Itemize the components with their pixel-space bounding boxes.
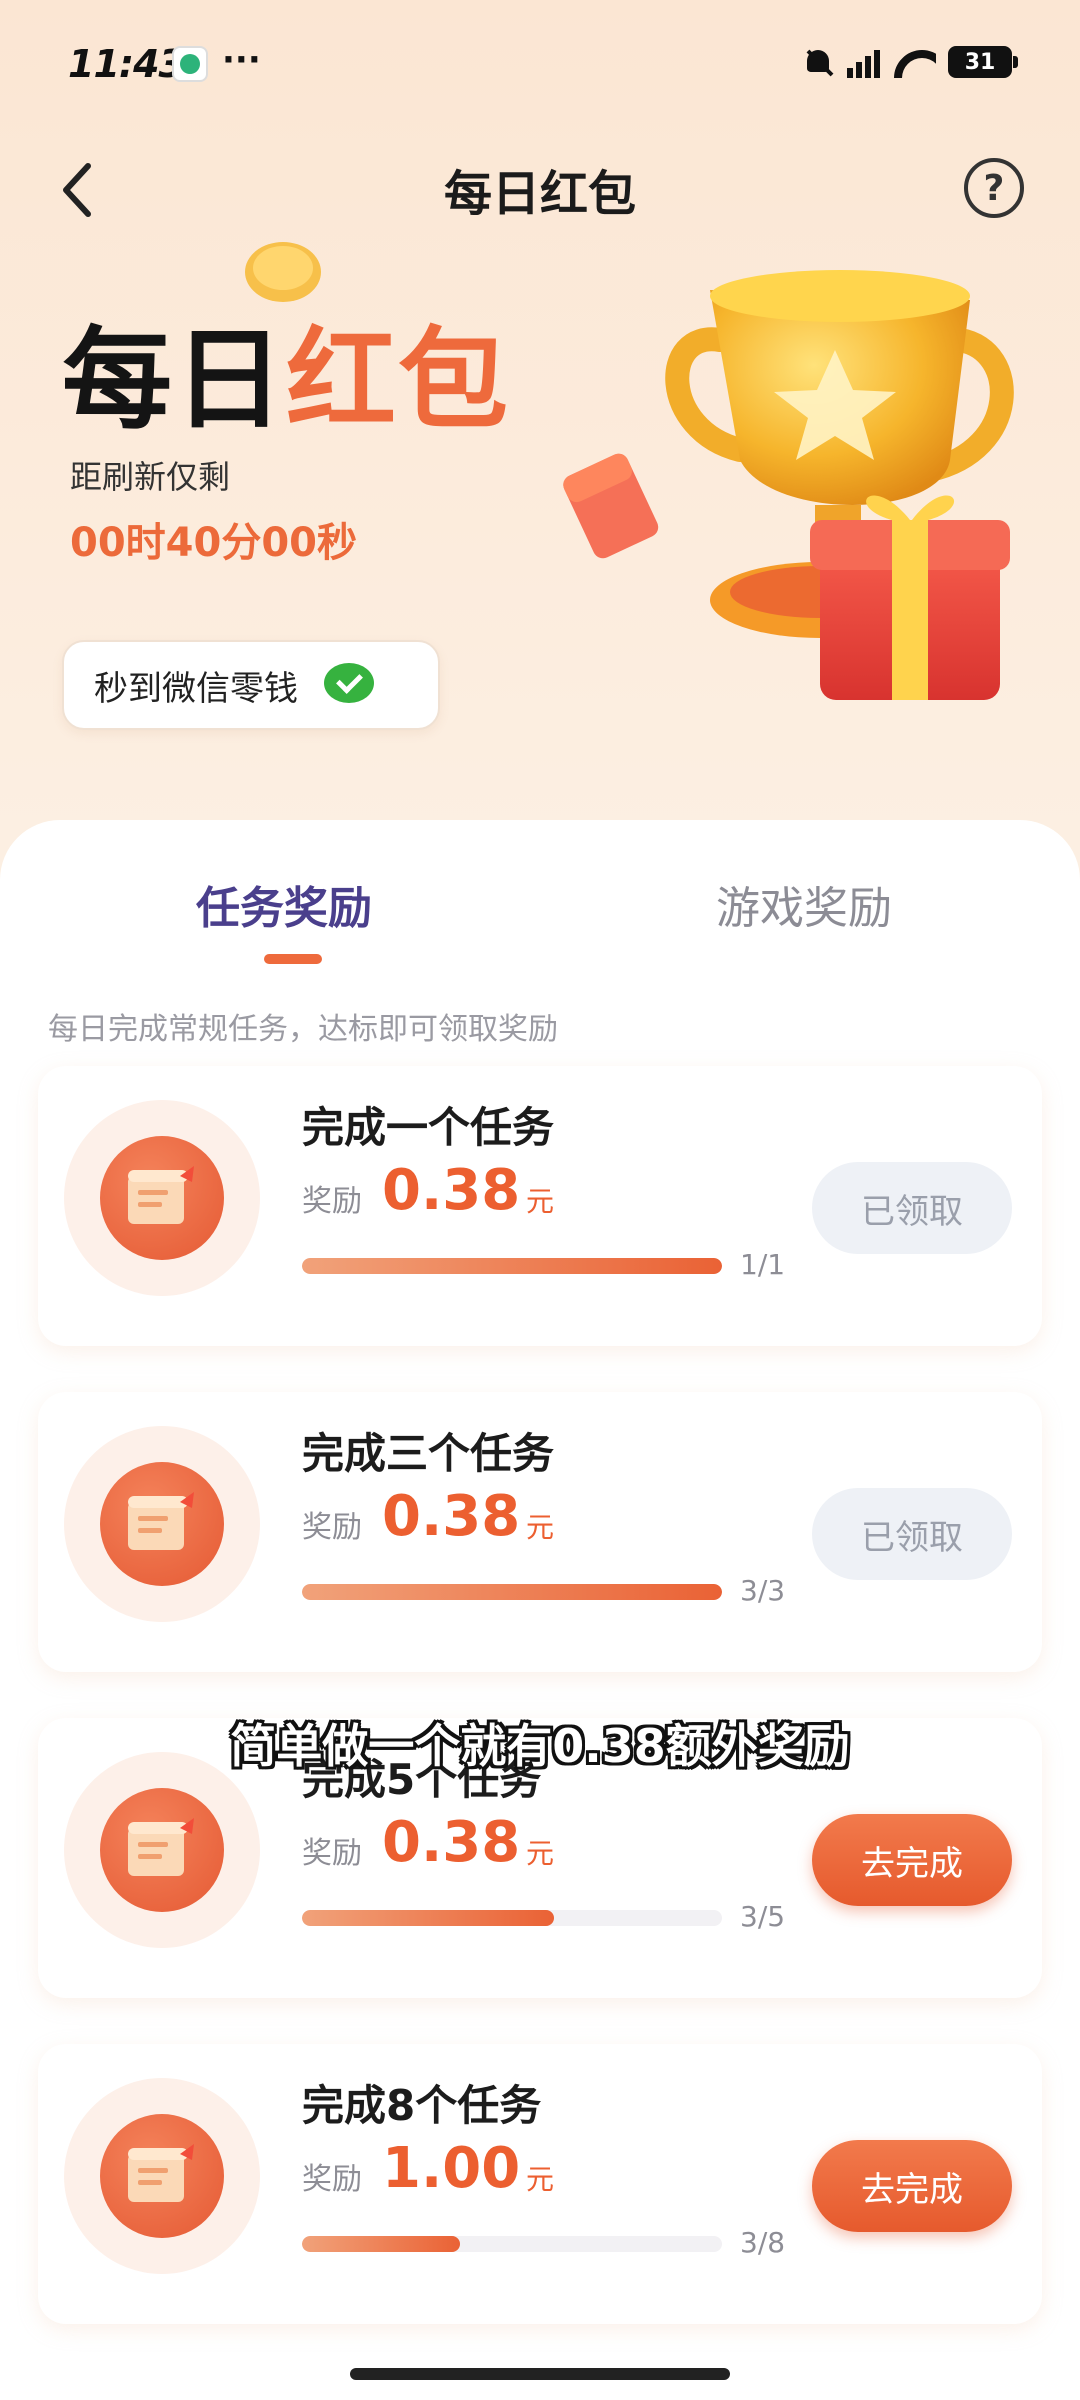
page-title: 每日红包 [443, 166, 636, 222]
wifi-icon [892, 46, 936, 78]
app-notification-icon [172, 46, 208, 82]
reward-label: 奖励 [302, 2162, 362, 2197]
scroll-icon [100, 2114, 224, 2238]
reward-panel: 任务奖励 游戏奖励 每日完成常规任务，达标即可领取奖励 完成一个任务 奖励 0.… [0, 820, 1080, 2400]
mute-icon [803, 46, 835, 78]
hero-title: 每日红包 [62, 290, 510, 450]
progress-count: 3/3 [740, 1574, 786, 1607]
cellular-signal-icon [847, 46, 880, 78]
task-name: 完成一个任务 [302, 1103, 555, 1152]
reward-unit: 元 [526, 1511, 555, 1544]
status-icons: 31 [803, 44, 1018, 80]
battery-icon: 31 [948, 46, 1018, 78]
task-name: 完成三个任务 [302, 1429, 555, 1478]
progress-count: 3/8 [740, 2226, 786, 2259]
countdown-timer: 00时40分00秒 [70, 520, 357, 566]
hero-title-part1: 每日 [62, 316, 286, 444]
progress-fill [302, 1258, 722, 1274]
page: 11:43 ··· 31 每日红包 ? 每日红包 距刷新仅剩 00时40分00秒… [0, 0, 1080, 2400]
wechat-wallet-chip[interactable]: 秒到微信零钱 [62, 640, 440, 730]
tab-game-rewards[interactable]: 游戏奖励 [716, 872, 892, 936]
go-complete-button[interactable]: 去完成 [812, 1814, 1012, 1906]
progress-bar [302, 2236, 722, 2252]
reward-amount: 0.38 [382, 1484, 521, 1549]
scroll-icon [100, 1462, 224, 1586]
task-name: 完成8个任务 [302, 2081, 542, 2130]
trophy-gift-illustration [563, 270, 1014, 700]
status-time: 11:43 [68, 42, 185, 86]
panel-subtitle: 每日完成常规任务，达标即可领取奖励 [48, 1012, 558, 1047]
progress-fill [302, 1910, 554, 1926]
progress-bar [302, 1910, 722, 1926]
reward-label: 奖励 [302, 1510, 362, 1545]
reward-unit: 元 [526, 1185, 555, 1218]
video-caption: 简单做一个就有0.38额外奖励 [230, 1719, 850, 1773]
progress-fill [302, 2236, 460, 2252]
hero-title-part2: 红包 [286, 316, 510, 444]
status-bar: 11:43 ··· 31 [0, 0, 1080, 120]
question-mark-icon: ? [983, 167, 1005, 209]
reward-unit: 元 [526, 2163, 555, 2196]
progress-count: 1/1 [740, 1248, 786, 1281]
home-indicator[interactable] [350, 2368, 730, 2380]
reward-label: 奖励 [302, 1836, 362, 1871]
task-card: 完成三个任务 奖励 0.38 元 3/3 已领取 [38, 1392, 1042, 1672]
tab-task-rewards[interactable]: 任务奖励 [196, 872, 372, 936]
refresh-label: 距刷新仅剩 [70, 458, 231, 496]
wechat-check-icon [324, 663, 374, 707]
task-card: 完成一个任务 奖励 0.38 元 1/1 已领取 [38, 1066, 1042, 1346]
progress-bar [302, 1258, 722, 1274]
reward-amount: 1.00 [382, 2136, 521, 2201]
task-icon-wrap [64, 1100, 260, 1296]
reward-amount: 0.38 [382, 1158, 521, 1223]
go-complete-button[interactable]: 去完成 [812, 2140, 1012, 2232]
task-card: 完成8个任务 奖励 1.00 元 3/8 去完成 [38, 2044, 1042, 2324]
claimed-button[interactable]: 已领取 [812, 1488, 1012, 1580]
more-notifications-indicator: ··· [222, 40, 261, 80]
wechat-chip-label: 秒到微信零钱 [94, 668, 298, 709]
help-button[interactable]: ? [964, 158, 1024, 218]
reward-label: 奖励 [302, 1184, 362, 1219]
progress-bar [302, 1584, 722, 1600]
scroll-icon [100, 1788, 224, 1912]
task-icon-wrap [64, 1752, 260, 1948]
scroll-icon [100, 1136, 224, 1260]
claimed-button[interactable]: 已领取 [812, 1162, 1012, 1254]
task-icon-wrap [64, 1426, 260, 1622]
progress-fill [302, 1584, 722, 1600]
reward-unit: 元 [526, 1837, 555, 1870]
reward-amount: 0.38 [382, 1810, 521, 1875]
progress-count: 3/5 [740, 1900, 786, 1933]
active-tab-indicator [264, 954, 322, 964]
task-icon-wrap [64, 2078, 260, 2274]
gold-coin-icon [245, 242, 321, 302]
